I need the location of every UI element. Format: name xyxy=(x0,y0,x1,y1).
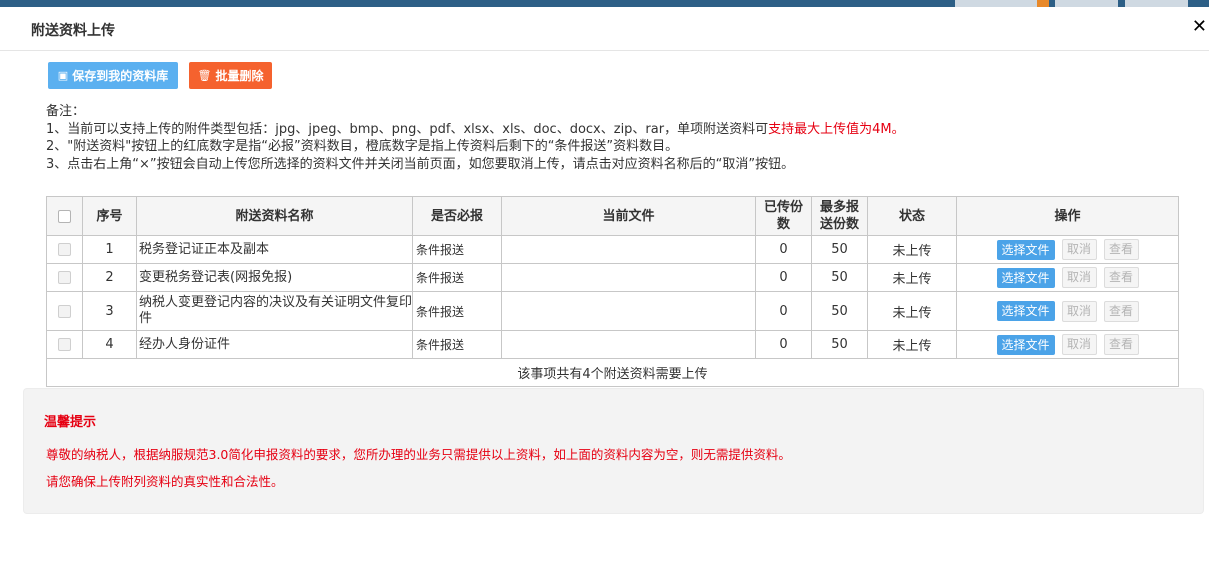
warm-tips-line-2: 请您确保上传附列资料的真实性和合法性。 xyxy=(46,474,284,489)
row-max: 50 xyxy=(811,291,868,331)
row-actions: 选择文件 取消 查看 xyxy=(956,263,1179,292)
cancel-button[interactable]: 取消 xyxy=(1061,267,1097,288)
notes-line-3: 3、点击右上角“×”按钮会自动上传您所选择的资料文件并关闭当前页面，如您要取消上… xyxy=(46,156,795,172)
view-button[interactable]: 查看 xyxy=(1103,239,1139,260)
notes-line-1: 1、当前可以支持上传的附件类型包括：jpg、jpeg、bmp、png、pdf、x… xyxy=(46,121,905,139)
col-status: 状态 xyxy=(867,196,957,236)
top-tab[interactable] xyxy=(1055,0,1118,7)
view-button[interactable]: 查看 xyxy=(1103,267,1139,288)
row-current-file xyxy=(501,291,756,331)
row-actions: 选择文件 取消 查看 xyxy=(956,291,1179,331)
close-icon[interactable]: ✕ xyxy=(1192,16,1207,37)
table-row: 4 经办人身份证件 条件报送 0 50 未上传 选择文件 取消 查看 xyxy=(46,330,1179,359)
row-name: 税务登记证正本及副本 xyxy=(136,235,413,264)
notes-line-2: 2、"附送资料"按钮上的红底数字是指“必报”资料数目，橙底数字是指上传资料后剩下… xyxy=(46,139,679,154)
table-row: 2 变更税务登记表(网报免报) 条件报送 0 50 未上传 选择文件 取消 查看 xyxy=(46,263,1179,292)
save-icon: ▣ xyxy=(57,69,69,82)
view-button[interactable]: 查看 xyxy=(1103,300,1139,322)
choose-file-button[interactable]: 选择文件 xyxy=(996,301,1055,321)
row-checkbox[interactable] xyxy=(58,243,71,256)
row-select-cell[interactable] xyxy=(46,263,83,292)
select-all-checkbox[interactable] xyxy=(58,209,71,223)
choose-file-button[interactable]: 选择文件 xyxy=(996,239,1055,260)
row-required: 条件报送 xyxy=(412,291,502,331)
warm-tips-line-1: 尊敬的纳税人，根据纳服规范3.0简化申报资料的要求，您所办理的业务只需提供以上资… xyxy=(46,447,791,462)
row-required: 条件报送 xyxy=(412,235,502,264)
cancel-button[interactable]: 取消 xyxy=(1061,334,1097,355)
row-uploaded: 0 xyxy=(755,235,812,264)
row-index: 1 xyxy=(82,235,137,264)
row-required: 条件报送 xyxy=(412,330,502,359)
save-to-library-button[interactable]: ▣ 保存到我的资料库 xyxy=(48,62,178,89)
row-index: 3 xyxy=(82,291,137,331)
cancel-button[interactable]: 取消 xyxy=(1061,300,1097,322)
row-status: 未上传 xyxy=(867,235,957,264)
notes-line-1-highlight: 支持最大上传值为4M。 xyxy=(768,121,905,137)
row-required: 条件报送 xyxy=(412,263,502,292)
row-status: 未上传 xyxy=(867,263,957,292)
warm-tips-title: 温馨提示 xyxy=(44,415,97,430)
row-uploaded: 0 xyxy=(755,263,812,292)
row-status: 未上传 xyxy=(867,291,957,331)
save-to-library-label: 保存到我的资料库 xyxy=(72,69,169,83)
row-checkbox[interactable] xyxy=(58,271,71,284)
notes-line-1-text: 1、当前可以支持上传的附件类型包括：jpg、jpeg、bmp、png、pdf、x… xyxy=(46,121,769,137)
row-current-file xyxy=(501,330,756,359)
trash-icon: 🗑 xyxy=(197,69,212,82)
table-header-row: 序号 附送资料名称 是否必报 当前文件 已传份数 最多报送份数 状态 操作 xyxy=(46,196,1179,236)
row-index: 2 xyxy=(82,263,137,292)
batch-delete-button[interactable]: 🗑 批量删除 xyxy=(189,62,272,89)
row-max: 50 xyxy=(811,263,868,292)
row-checkbox[interactable] xyxy=(58,304,71,318)
row-name: 经办人身份证件 xyxy=(136,330,413,359)
row-index: 4 xyxy=(82,330,137,359)
batch-delete-label: 批量删除 xyxy=(215,69,264,83)
warm-tips-panel: 温馨提示 尊敬的纳税人，根据纳服规范3.0简化申报资料的要求，您所办理的业务只需… xyxy=(23,388,1204,514)
choose-file-button[interactable]: 选择文件 xyxy=(996,267,1055,288)
attachments-table: 序号 附送资料名称 是否必报 当前文件 已传份数 最多报送份数 状态 操作 1 … xyxy=(46,196,1179,387)
row-current-file xyxy=(501,235,756,264)
choose-file-button[interactable]: 选择文件 xyxy=(996,334,1055,355)
col-max-line2: 送份数 xyxy=(819,217,859,232)
row-max: 50 xyxy=(811,235,868,264)
row-select-cell[interactable] xyxy=(46,291,83,331)
table-row: 1 税务登记证正本及副本 条件报送 0 50 未上传 选择文件 取消 查看 xyxy=(46,235,1179,264)
view-button[interactable]: 查看 xyxy=(1103,334,1139,355)
row-max: 50 xyxy=(811,330,868,359)
row-name: 纳税人变更登记内容的决议及有关证明文件复印件 xyxy=(136,291,413,331)
top-badge xyxy=(1037,0,1049,7)
row-actions: 选择文件 取消 查看 xyxy=(956,235,1179,264)
table-row: 3 纳税人变更登记内容的决议及有关证明文件复印件 条件报送 0 50 未上传 选… xyxy=(46,291,1179,331)
row-uploaded: 0 xyxy=(755,330,812,359)
cancel-button[interactable]: 取消 xyxy=(1061,239,1097,260)
col-required: 是否必报 xyxy=(412,196,502,236)
dialog-header: 附送资料上传 ✕ xyxy=(0,7,1209,51)
col-actions: 操作 xyxy=(956,196,1179,236)
notes-heading: 备注： xyxy=(46,104,86,119)
top-tab[interactable] xyxy=(1125,0,1188,7)
col-uploaded-line1: 已传份 xyxy=(763,200,803,215)
col-current-file: 当前文件 xyxy=(501,196,756,236)
col-index: 序号 xyxy=(82,196,137,236)
top-tab[interactable] xyxy=(955,0,1045,7)
col-name: 附送资料名称 xyxy=(136,196,413,236)
col-max: 最多报 送份数 xyxy=(811,196,868,236)
table-summary: 该事项共有4个附送资料需要上传 xyxy=(46,358,1179,387)
row-actions: 选择文件 取消 查看 xyxy=(956,330,1179,359)
select-all-cell[interactable] xyxy=(46,196,83,236)
row-select-cell[interactable] xyxy=(46,235,83,264)
top-strip xyxy=(0,0,1209,7)
row-select-cell[interactable] xyxy=(46,330,83,359)
row-status: 未上传 xyxy=(867,330,957,359)
col-max-line1: 最多报 xyxy=(819,200,859,215)
row-current-file xyxy=(501,263,756,292)
notes: 备注： 1、当前可以支持上传的附件类型包括：jpg、jpeg、bmp、png、p… xyxy=(46,103,905,173)
row-checkbox[interactable] xyxy=(58,338,71,351)
table-summary-row: 该事项共有4个附送资料需要上传 xyxy=(46,358,1179,387)
dialog-title: 附送资料上传 xyxy=(31,23,115,39)
col-uploaded: 已传份数 xyxy=(755,196,812,236)
col-uploaded-line2: 数 xyxy=(776,217,790,232)
row-name: 变更税务登记表(网报免报) xyxy=(136,263,413,292)
row-uploaded: 0 xyxy=(755,291,812,331)
